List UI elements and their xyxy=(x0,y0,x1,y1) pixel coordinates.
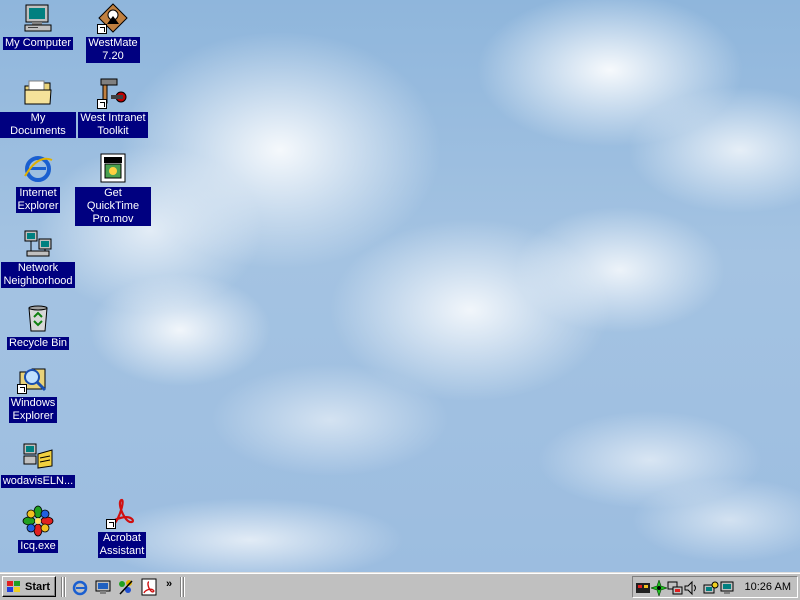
west-intranet-toolkit-icon-item[interactable]: West Intranet Toolkit xyxy=(75,77,151,138)
icon-label: Get QuickTime Pro.mov xyxy=(75,187,151,226)
taskbar-separator xyxy=(61,577,63,597)
tray-app-icon[interactable] xyxy=(635,580,651,596)
icon-label: wodavisELN... xyxy=(0,475,76,488)
icon-label: Internet Explorer xyxy=(15,187,61,213)
taskbar-separator[interactable] xyxy=(64,577,66,597)
icq-flower-icon xyxy=(22,505,54,537)
icon-label: Acrobat Assistant xyxy=(97,532,147,558)
acrobat-icon xyxy=(106,497,138,529)
my-documents-icon-item[interactable]: My Documents xyxy=(0,77,76,138)
show-desktop-icon xyxy=(95,580,111,594)
acrobat-assistant-icon-item[interactable]: Acrobat Assistant xyxy=(84,497,160,558)
taskbar-separator xyxy=(180,577,182,597)
toolkit-icon xyxy=(97,77,129,109)
system-tray: 10:26 AM xyxy=(632,576,798,598)
channels-icon xyxy=(119,580,133,595)
icon-label: West Intranet Toolkit xyxy=(78,112,148,138)
movie-file-icon xyxy=(97,152,129,184)
windows-explorer-icon xyxy=(17,362,49,394)
icon-label: My Computer xyxy=(2,37,74,50)
quick-launch-channels[interactable] xyxy=(117,578,135,596)
taskbar: Start » 10:26 AM xyxy=(0,572,800,600)
icq-icon-item[interactable]: Icq.exe xyxy=(0,505,76,553)
recycle-bin-icon xyxy=(22,302,54,334)
desktop: My Computer WestMate 7.20 My Documents W… xyxy=(0,0,800,572)
tray-network-icon[interactable] xyxy=(667,580,683,596)
quick-launch-acrobat[interactable] xyxy=(140,578,158,596)
tray-monitor-icon[interactable] xyxy=(719,580,735,596)
my-computer-icon-item[interactable]: My Computer xyxy=(0,2,76,50)
computer-icon xyxy=(22,2,54,34)
quick-launch-show-desktop[interactable] xyxy=(94,578,112,596)
quick-launch-more-button[interactable]: » xyxy=(166,578,172,590)
icon-label: Windows Explorer xyxy=(8,397,58,423)
quick-launch-internet-explorer[interactable] xyxy=(71,578,89,596)
folder-icon xyxy=(22,77,54,109)
internet-explorer-icon xyxy=(72,580,88,596)
tray-scheduler-icon[interactable] xyxy=(703,580,719,596)
internet-explorer-icon xyxy=(22,152,54,184)
windows-explorer-icon-item[interactable]: Windows Explorer xyxy=(0,362,71,423)
westmate-icon xyxy=(97,2,129,34)
clock[interactable]: 10:26 AM xyxy=(745,581,791,593)
internet-explorer-icon-item[interactable]: Internet Explorer xyxy=(0,152,76,213)
westmate-icon-item[interactable]: WestMate 7.20 xyxy=(75,2,151,63)
start-button[interactable]: Start xyxy=(2,576,56,597)
network-neighborhood-icon-item[interactable]: Network Neighborhood xyxy=(0,227,76,288)
tray-starburst-icon[interactable] xyxy=(651,580,667,596)
network-icon xyxy=(22,227,54,259)
recycle-bin-icon-item[interactable]: Recycle Bin xyxy=(0,302,76,350)
icon-label: Icq.exe xyxy=(18,540,58,553)
start-label: Start xyxy=(25,580,51,593)
wodaviseln-icon-item[interactable]: wodavisELN... xyxy=(0,440,76,488)
icon-label: My Documents xyxy=(0,112,76,138)
quicktime-movie-icon-item[interactable]: Get QuickTime Pro.mov xyxy=(75,152,151,226)
acrobat-icon xyxy=(141,578,157,596)
windows-logo-icon xyxy=(7,580,20,592)
icon-label: WestMate 7.20 xyxy=(86,37,140,63)
icon-label: Network Neighborhood xyxy=(1,262,75,288)
speaker-icon[interactable] xyxy=(683,580,699,596)
eln-icon xyxy=(22,440,54,472)
icon-label: Recycle Bin xyxy=(6,337,70,350)
taskbar-separator[interactable] xyxy=(183,577,185,597)
